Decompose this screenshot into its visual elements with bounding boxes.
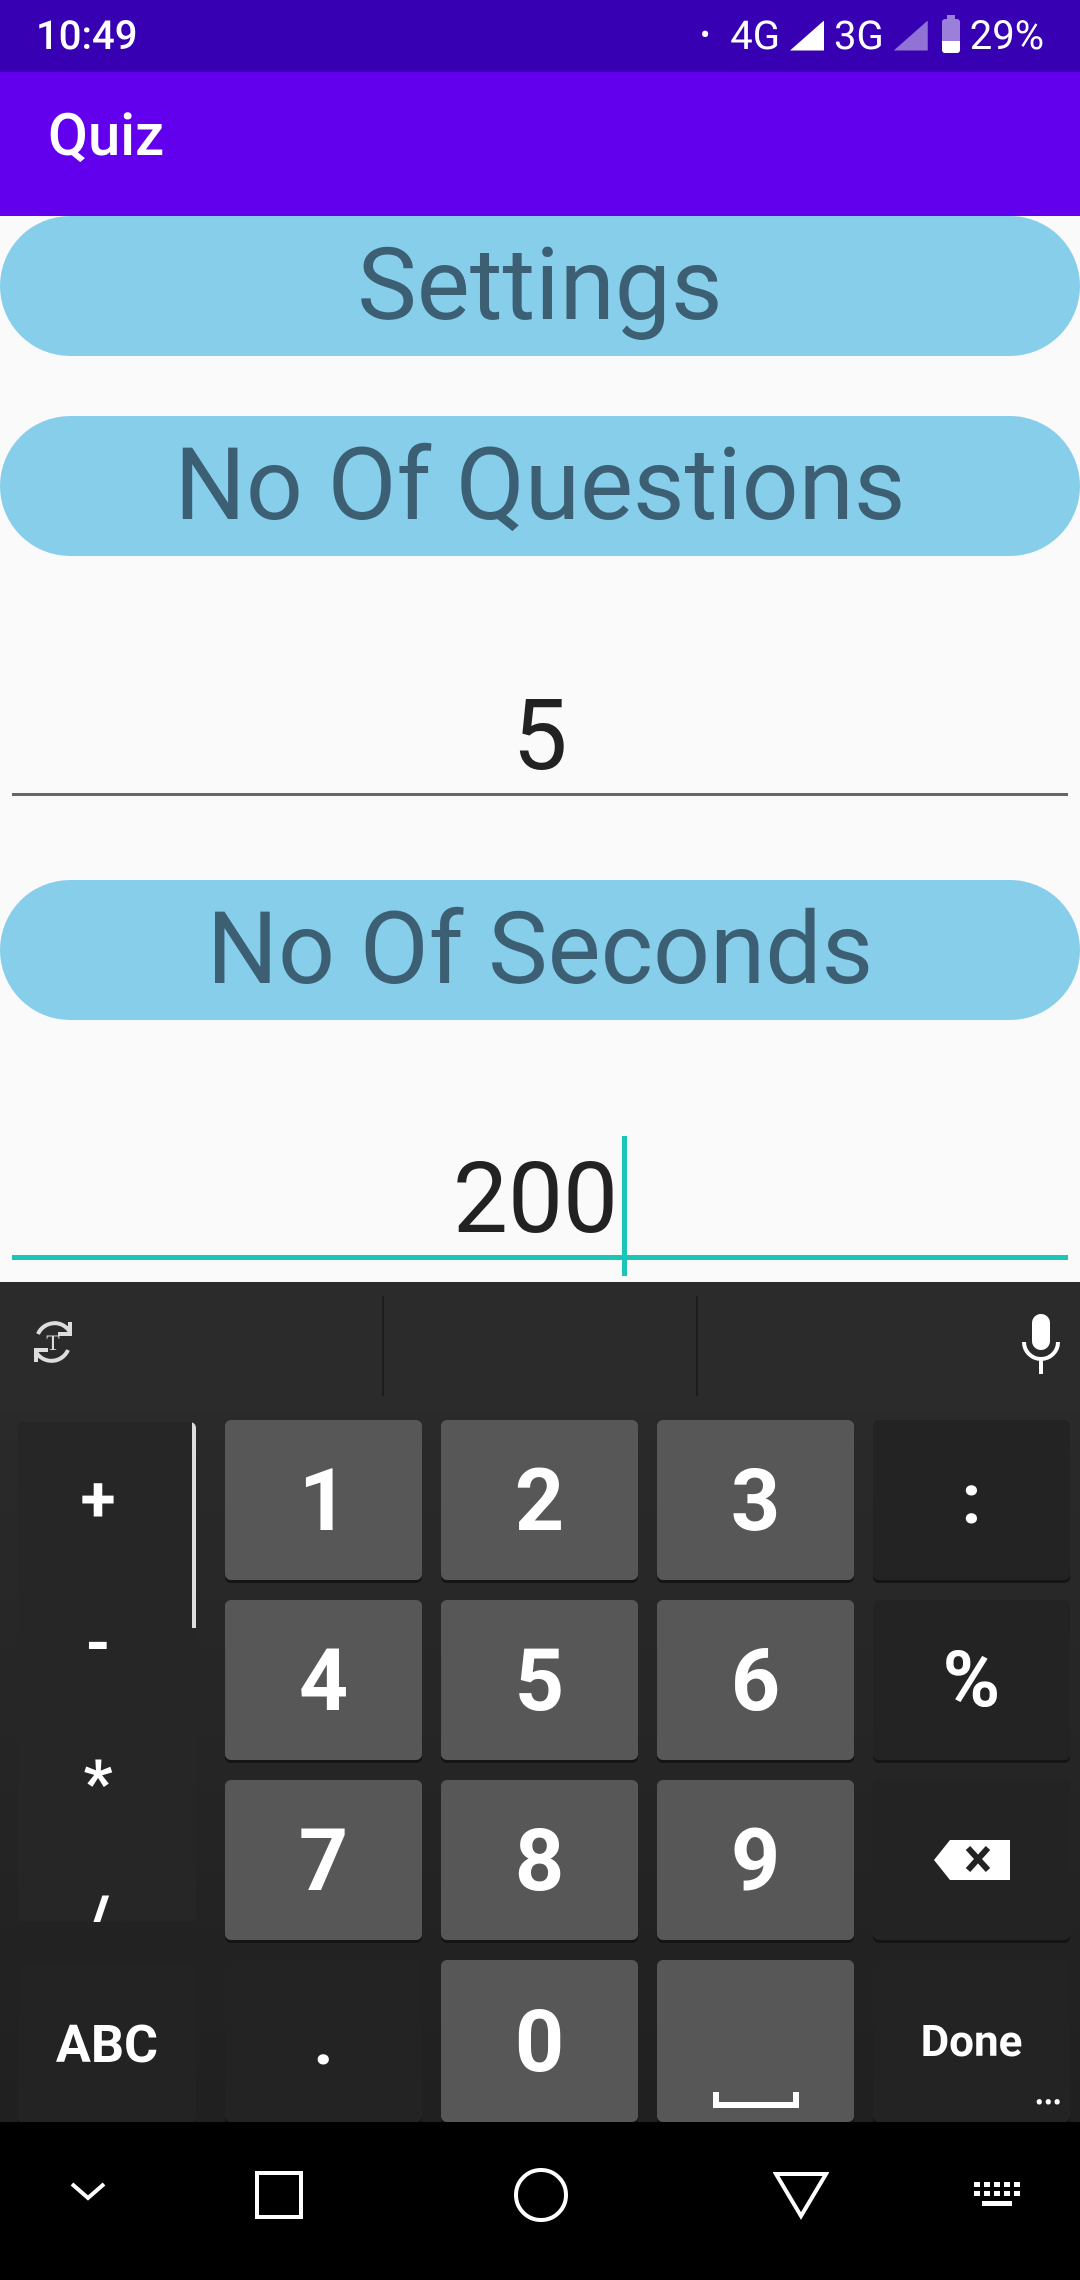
nav-back-icon[interactable] [68, 2176, 108, 2206]
network-3g-label: 3G [834, 12, 884, 59]
signal-3g-icon [893, 20, 928, 51]
colon-key[interactable]: : [873, 1420, 1070, 1580]
seconds-value: 200 [452, 1140, 619, 1256]
space-key[interactable] [657, 1960, 854, 2122]
key-1[interactable]: 1 [225, 1420, 422, 1580]
status-time: 10:49 [36, 12, 138, 59]
keyboard-switch-icon[interactable] [972, 2180, 1022, 2210]
operators-scrollbar[interactable] [192, 1422, 196, 1628]
key-6[interactable]: 6 [657, 1600, 854, 1760]
battery-icon [941, 14, 960, 53]
minus-key[interactable]: - [18, 1606, 178, 1681]
key-3[interactable]: 3 [657, 1420, 854, 1580]
dot-key[interactable]: . [225, 1960, 422, 2122]
questions-value: 5 [512, 678, 568, 793]
seconds-input[interactable]: 200 [12, 1136, 1068, 1276]
status-bar: 10:49 • 4G 3G 29% [0, 0, 1080, 72]
svg-text:T: T [46, 1330, 60, 1355]
key-5[interactable]: 5 [441, 1600, 638, 1760]
translate-icon[interactable]: T [28, 1314, 78, 1370]
key-7[interactable]: 7 [225, 1780, 422, 1940]
backspace-icon [933, 1840, 1010, 1880]
microphone-icon[interactable] [1018, 1312, 1064, 1380]
done-key[interactable]: Done ••• [873, 1960, 1070, 2122]
key-2[interactable]: 2 [441, 1420, 638, 1580]
seconds-label: No Of Seconds [0, 880, 1080, 1020]
battery-percent: 29% [969, 12, 1044, 59]
suggestion-divider [382, 1296, 384, 1396]
app-bar: Quiz [0, 72, 1080, 216]
nav-recents-icon[interactable] [254, 2170, 304, 2220]
network-4g-label: 4G [730, 12, 780, 59]
app-title: Quiz [48, 102, 165, 170]
notification-dot: • [700, 18, 711, 53]
nav-triangle-icon[interactable] [773, 2170, 829, 2220]
more-dots-icon: ••• [1035, 2091, 1062, 2116]
navigation-bar [0, 2122, 1080, 2280]
percent-key[interactable]: % [873, 1600, 1070, 1760]
status-icons: • 4G 3G 29% [700, 12, 1044, 59]
questions-underline [12, 793, 1068, 796]
key-8[interactable]: 8 [441, 1780, 638, 1940]
space-icon [713, 2092, 799, 2108]
abc-key[interactable]: ABC [18, 1964, 196, 2124]
signal-4g-icon [790, 20, 824, 51]
numeric-keyboard: T + - * / 1 2 3 : 4 5 6 % 7 8 9 ABC . 0 [0, 1282, 1080, 2124]
suggestion-divider [696, 1296, 698, 1396]
backspace-key[interactable] [873, 1780, 1070, 1940]
operators-column: + - * / [18, 1422, 196, 1922]
questions-input[interactable]: 5 [12, 676, 1068, 796]
key-0[interactable]: 0 [441, 1960, 638, 2122]
divide-key[interactable]: / [18, 1882, 178, 1922]
seconds-underline [12, 1255, 1068, 1260]
settings-header: Settings [0, 216, 1080, 356]
questions-label: No Of Questions [0, 416, 1080, 556]
nav-home-icon[interactable] [512, 2166, 570, 2224]
plus-key[interactable]: + [18, 1462, 178, 1537]
multiply-key[interactable]: * [18, 1746, 178, 1821]
done-label: Done [920, 2015, 1023, 2067]
key-9[interactable]: 9 [657, 1780, 854, 1940]
keyboard-suggestion-bar: T [0, 1282, 1080, 1412]
key-4[interactable]: 4 [225, 1600, 422, 1760]
